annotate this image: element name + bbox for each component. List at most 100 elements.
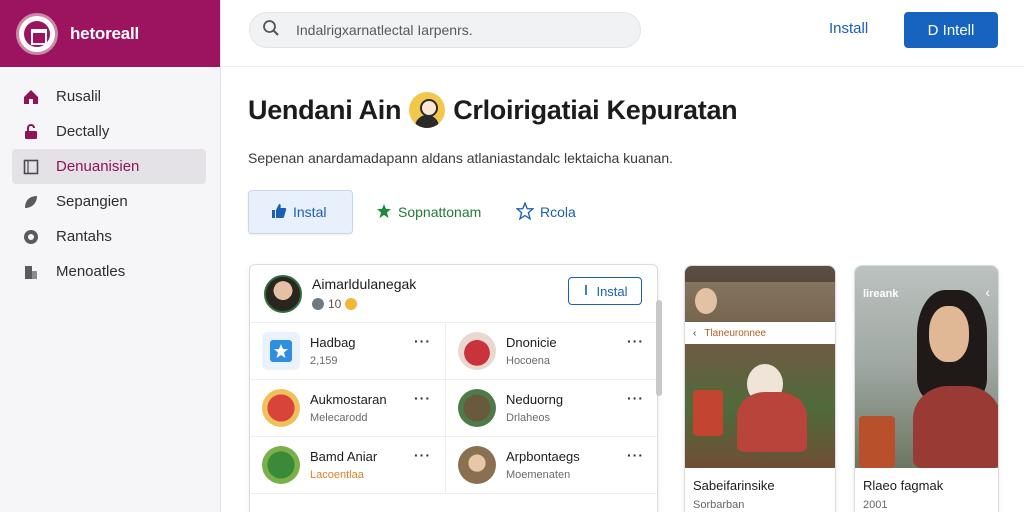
sidebar-item-menoatles[interactable]: Menoatles [12, 254, 206, 289]
list-item[interactable]: Aukmostaran Melecarodd ··· [250, 380, 446, 437]
circle-icon [22, 228, 40, 246]
item-title: Bamd Aniar [310, 449, 378, 464]
inner-bar-text: Tlaneuronnee [704, 327, 767, 339]
search-placeholder: Indalrigxarnatlectal Iarpenrs. [296, 22, 473, 38]
sidebar-item-sepangien[interactable]: Sepangien [12, 184, 206, 219]
preview-title: Rlaeo fagmak [863, 478, 944, 493]
app-icon [262, 332, 300, 370]
sidebar-item-label: Rantahs [56, 228, 112, 245]
tab-label: Sopnattonam [398, 204, 482, 220]
search-icon [262, 19, 280, 42]
brand-name: hetoreall [70, 23, 140, 43]
sidebar-nav: Rusalil Dectally Denuanisien Sepangien R… [0, 79, 220, 289]
download-icon [582, 284, 590, 299]
lock-icon [22, 123, 40, 141]
phone-preview-card[interactable]: ‹ Tlaneuronnee Sabeifarinsike Sorbarban [684, 265, 836, 512]
profile-count: 10 [328, 297, 342, 311]
status-icon [312, 298, 324, 310]
app-icon [458, 389, 496, 427]
more-icon[interactable]: ··· [414, 333, 431, 349]
list-item[interactable]: Bamd Aniar Lacoentlaa ··· [250, 437, 446, 494]
share-icon[interactable]: ‹ [985, 284, 990, 300]
star-outline-icon [515, 200, 535, 223]
item-title: Neduorng [506, 392, 564, 407]
list-item[interactable]: Arpbontaegs Moemenaten ··· [446, 437, 657, 494]
more-icon[interactable]: ··· [414, 390, 431, 406]
item-subtitle: Hocoena [506, 355, 551, 367]
page-subtitle: Sepenan anardamadapann aldans atlaniasta… [248, 150, 673, 166]
tab-instal[interactable]: Instal [248, 190, 353, 234]
card-install-button[interactable]: Instal [568, 277, 642, 305]
thumbs-up-icon [271, 203, 287, 222]
item-title: Aukmostaran [310, 392, 387, 407]
card-header: Aimarldulanegak 10 Instal [250, 265, 657, 323]
item-subtitle: Drlaheos [506, 412, 551, 424]
app-icon [262, 446, 300, 484]
page-title-left: Uendani Ain [248, 94, 402, 125]
install-link[interactable]: Install [829, 20, 868, 37]
home-icon [22, 88, 40, 106]
tab-label: Rcola [540, 204, 576, 220]
list-item[interactable]: Dnonicie Hocoena ··· [446, 323, 657, 380]
thumbnail-avatar [695, 288, 717, 314]
person-image [737, 392, 807, 452]
avatar-icon [409, 92, 446, 128]
page-title: Uendani Ain Crloirigatiai Kepuratan [248, 92, 738, 128]
leaf-icon [22, 193, 40, 211]
card-install-label: Instal [596, 283, 628, 299]
tab-label: Instal [293, 204, 327, 220]
brand-header[interactable]: hetoreall [0, 0, 220, 67]
more-icon[interactable]: ··· [627, 447, 644, 463]
top-bar: Indalrigxarnatlectal Iarpenrs. Install D… [221, 0, 1024, 67]
item-subtitle: Melecarodd [310, 412, 368, 424]
building-icon [22, 263, 40, 281]
profile-name: Aimarldulanegak [312, 276, 417, 292]
sidebar-item-label: Menoatles [56, 263, 126, 280]
tab-sopnattonam[interactable]: Sopnattonam [376, 190, 481, 234]
preview-image: ‹ Tlaneuronnee [685, 266, 835, 468]
phone-preview-card[interactable]: lireank ‹ Rlaeo fagmak 2001 [854, 265, 999, 512]
page-title-right: Crloirigatiai Kepuratan [453, 94, 738, 125]
scrollbar[interactable] [656, 300, 662, 396]
square-icon [22, 158, 40, 176]
search-input[interactable]: Indalrigxarnatlectal Iarpenrs. [249, 12, 641, 48]
face-image [929, 306, 969, 362]
avatar[interactable] [264, 274, 302, 313]
logo-icon [16, 12, 58, 55]
profile-meta: 10 [312, 297, 416, 311]
inner-nav-bar: ‹ Tlaneuronnee [685, 322, 835, 344]
more-icon[interactable]: ··· [627, 390, 644, 406]
plant-pot-image [859, 416, 895, 468]
sidebar-item-denuanisien[interactable]: Denuanisien [12, 149, 206, 184]
back-icon[interactable]: ‹ [693, 328, 696, 339]
sidebar-item-label: Denuanisien [56, 158, 140, 175]
emoji-icon [345, 298, 358, 310]
sidebar-item-rusalil[interactable]: Rusalil [12, 79, 206, 114]
more-icon[interactable]: ··· [414, 447, 431, 463]
list-item[interactable]: Neduorng Drlaheos ··· [446, 380, 657, 437]
list-item[interactable]: Hadbag 2,159 ··· [250, 323, 446, 380]
item-title: Hadbag [310, 335, 356, 350]
more-icon[interactable]: ··· [627, 333, 644, 349]
status-bar [685, 266, 835, 282]
preview-image: lireank ‹ [855, 266, 998, 468]
plant-pot-image [693, 390, 723, 436]
app-icon [458, 332, 496, 370]
item-subtitle: Moemenaten [506, 469, 571, 481]
item-title: Dnonicie [506, 335, 557, 350]
tab-rcola[interactable]: Rcola [515, 190, 576, 234]
item-subtitle: 2,159 [310, 355, 338, 367]
preview-subtitle: Sorbarban [693, 499, 745, 511]
sidebar-item-label: Dectally [56, 123, 110, 140]
clothing-image [913, 386, 998, 468]
sidebar: hetoreall Rusalil Dectally Denuanisien S… [0, 0, 221, 512]
sidebar-item-label: Sepangien [56, 193, 128, 210]
star-filled-icon [376, 203, 392, 222]
preview-title: Sabeifarinsike [693, 478, 775, 493]
app-icon [458, 446, 496, 484]
item-title: Arpbontaegs [506, 449, 580, 464]
sidebar-item-rantahs[interactable]: Rantahs [12, 219, 206, 254]
sidebar-item-dectally[interactable]: Dectally [12, 114, 206, 149]
install-button[interactable]: D Intell [904, 12, 998, 48]
item-subtitle: Lacoentlaa [310, 469, 364, 481]
